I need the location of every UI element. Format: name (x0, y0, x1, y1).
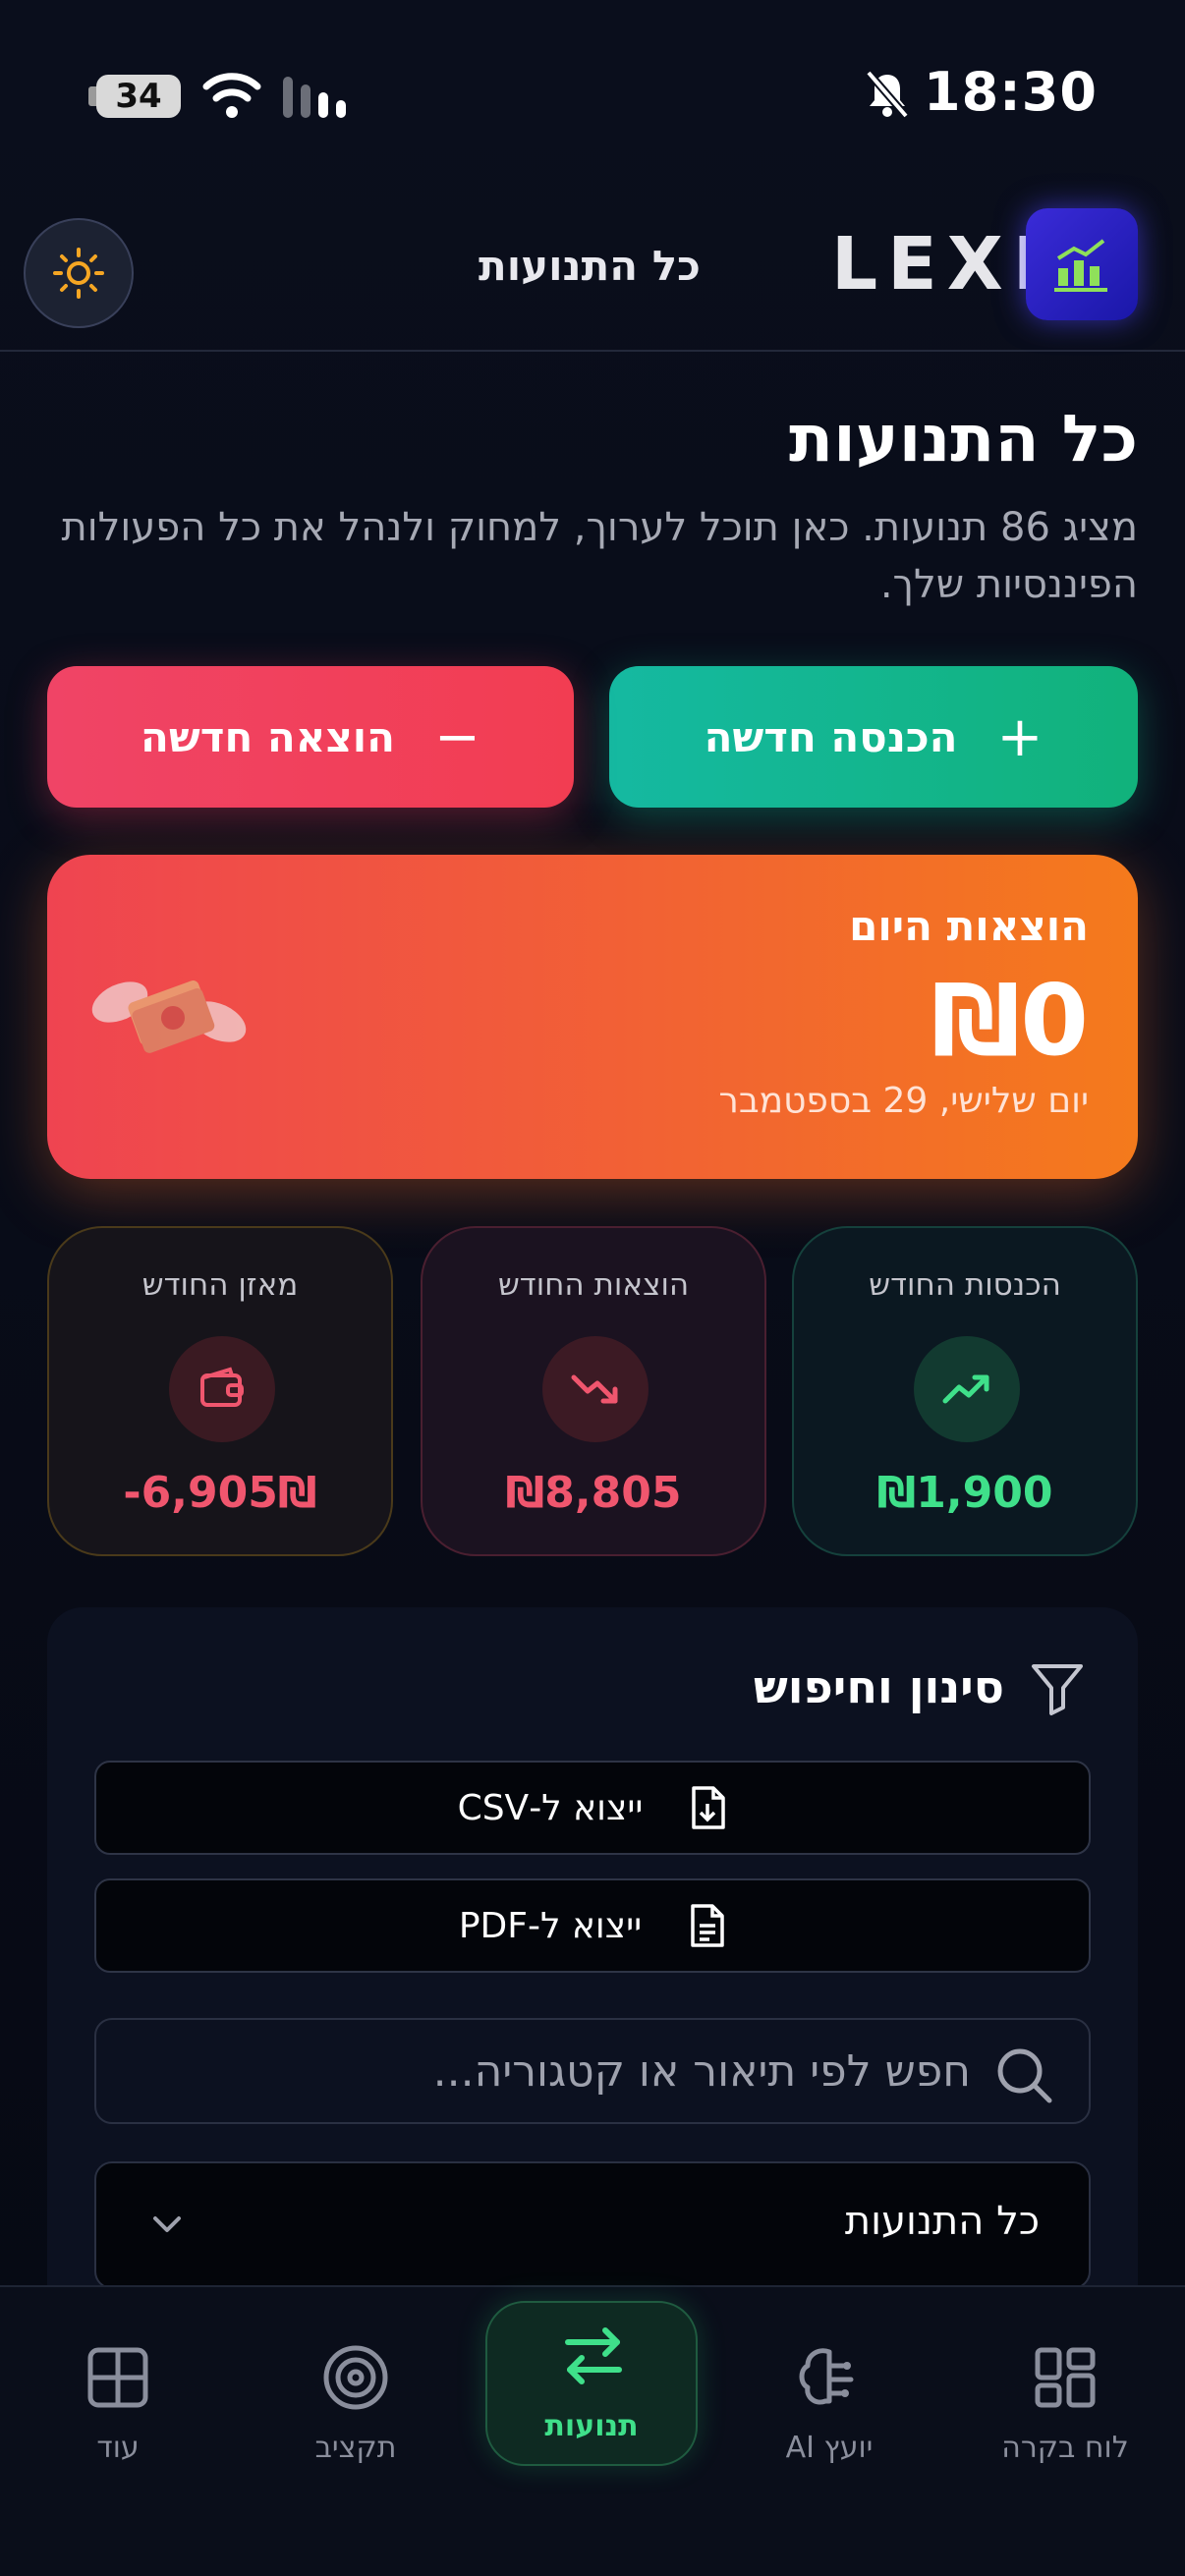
status-bar: 34 18:30 (0, 0, 1185, 196)
add-income-button[interactable]: + הכנסה חדשה (609, 666, 1138, 808)
wifi-icon (202, 73, 261, 118)
plus-icon: + (996, 704, 1044, 769)
nav-item-dashboard[interactable]: לוח בקרה (967, 2323, 1163, 2490)
export-pdf-label: ייצוא ל-PDF (458, 1905, 643, 1946)
app-screen: 34 18:30 כל התנועות LEXI כל התנועות מציג… (0, 0, 1185, 2576)
status-time: 18:30 (924, 61, 1098, 123)
grid-icon (87, 2347, 148, 2408)
filter-icon (1032, 1664, 1083, 1715)
monthly-balance-card: מאזן החודש -6,905₪ (47, 1226, 393, 1556)
trending-down-icon (542, 1336, 649, 1442)
battery-nub (88, 86, 96, 106)
search-icon (997, 2048, 1052, 2103)
transaction-type-selected: כל התנועות (844, 2199, 1040, 2244)
wallet-icon (169, 1336, 275, 1442)
target-icon (323, 2345, 388, 2410)
file-text-icon (691, 1904, 724, 1947)
header-title: כל התנועות (479, 242, 701, 290)
bell-off-icon (865, 70, 910, 119)
theme-toggle-button[interactable] (24, 218, 134, 328)
export-csv-button[interactable]: ייצוא ל-CSV (94, 1761, 1091, 1855)
app-logo-text: LEXI (831, 222, 1050, 307)
money-with-wings-icon (91, 980, 247, 1053)
chevron-down-icon (153, 2216, 181, 2232)
sun-icon (53, 248, 104, 299)
add-expense-label: הוצאה חדשה (141, 712, 396, 761)
file-download-icon (692, 1786, 726, 1829)
brain-icon (799, 2348, 854, 2405)
monthly-income-card: הכנסות החודש ₪1,900 (792, 1226, 1138, 1556)
nav-label-dashboard: לוח בקרה (1001, 2431, 1129, 2465)
nav-item-ai-advisor[interactable]: יועץ AI (731, 2323, 928, 2490)
today-expenses-amount: ₪0 (931, 963, 1089, 1078)
today-expenses-label: הוצאות היום (849, 902, 1089, 950)
today-date: יום שלישי, 29 בספטמבר (718, 1081, 1090, 1121)
minus-icon: − (434, 704, 480, 769)
transaction-type-select[interactable]: כל התנועות (94, 2161, 1091, 2289)
nav-label-more: עוד (96, 2431, 140, 2465)
search-input[interactable] (126, 2042, 971, 2100)
monthly-expense-label: הוצאות החודש (497, 1267, 690, 1303)
battery-indicator: 34 (96, 75, 181, 118)
trending-up-icon (914, 1336, 1020, 1442)
signal-icon (283, 77, 346, 118)
nav-item-transactions[interactable]: תנועות (485, 2301, 698, 2466)
export-csv-label: ייצוא ל-CSV (457, 1787, 644, 1828)
monthly-income-value: ₪1,900 (876, 1468, 1053, 1518)
nav-label-ai-advisor: יועץ AI (785, 2431, 874, 2465)
app-logo-badge[interactable] (1026, 208, 1138, 320)
page-subtitle: מציג 86 תנועות. כאן תוכל לערוך, למחוק ול… (61, 505, 1138, 607)
monthly-expense-card: הוצאות החודש ₪8,805 (421, 1226, 766, 1556)
chart-growth-icon (1054, 239, 1107, 292)
nav-item-budget[interactable]: תקציב (257, 2323, 454, 2490)
monthly-expense-value: ₪8,805 (505, 1468, 682, 1518)
arrows-left-right-icon (565, 2327, 622, 2384)
add-income-label: הכנסה חדשה (704, 712, 958, 761)
page-title: כל התנועות (789, 401, 1138, 476)
nav-item-more[interactable]: עוד (20, 2323, 216, 2490)
export-pdf-button[interactable]: ייצוא ל-PDF (94, 1878, 1091, 1973)
nav-label-transactions: תנועות (544, 2409, 639, 2443)
dashboard-icon (1035, 2347, 1096, 2408)
monthly-balance-value: -6,905₪ (123, 1468, 317, 1518)
monthly-balance-label: מאזן החודש (141, 1267, 299, 1303)
filter-title: סינון וחיפוש (753, 1660, 1004, 1713)
bottom-navigation: לוח בקרה יועץ AI תנועות תקציב עוד (0, 2285, 1185, 2576)
nav-label-budget: תקציב (314, 2431, 397, 2465)
monthly-income-label: הכנסות החודש (869, 1267, 1061, 1303)
today-expenses-card: הוצאות היום ₪0 יום שלישי, 29 בספטמבר (47, 855, 1138, 1179)
add-expense-button[interactable]: − הוצאה חדשה (47, 666, 574, 808)
search-box (94, 2018, 1091, 2124)
app-header: כל התנועות LEXI (0, 196, 1185, 352)
